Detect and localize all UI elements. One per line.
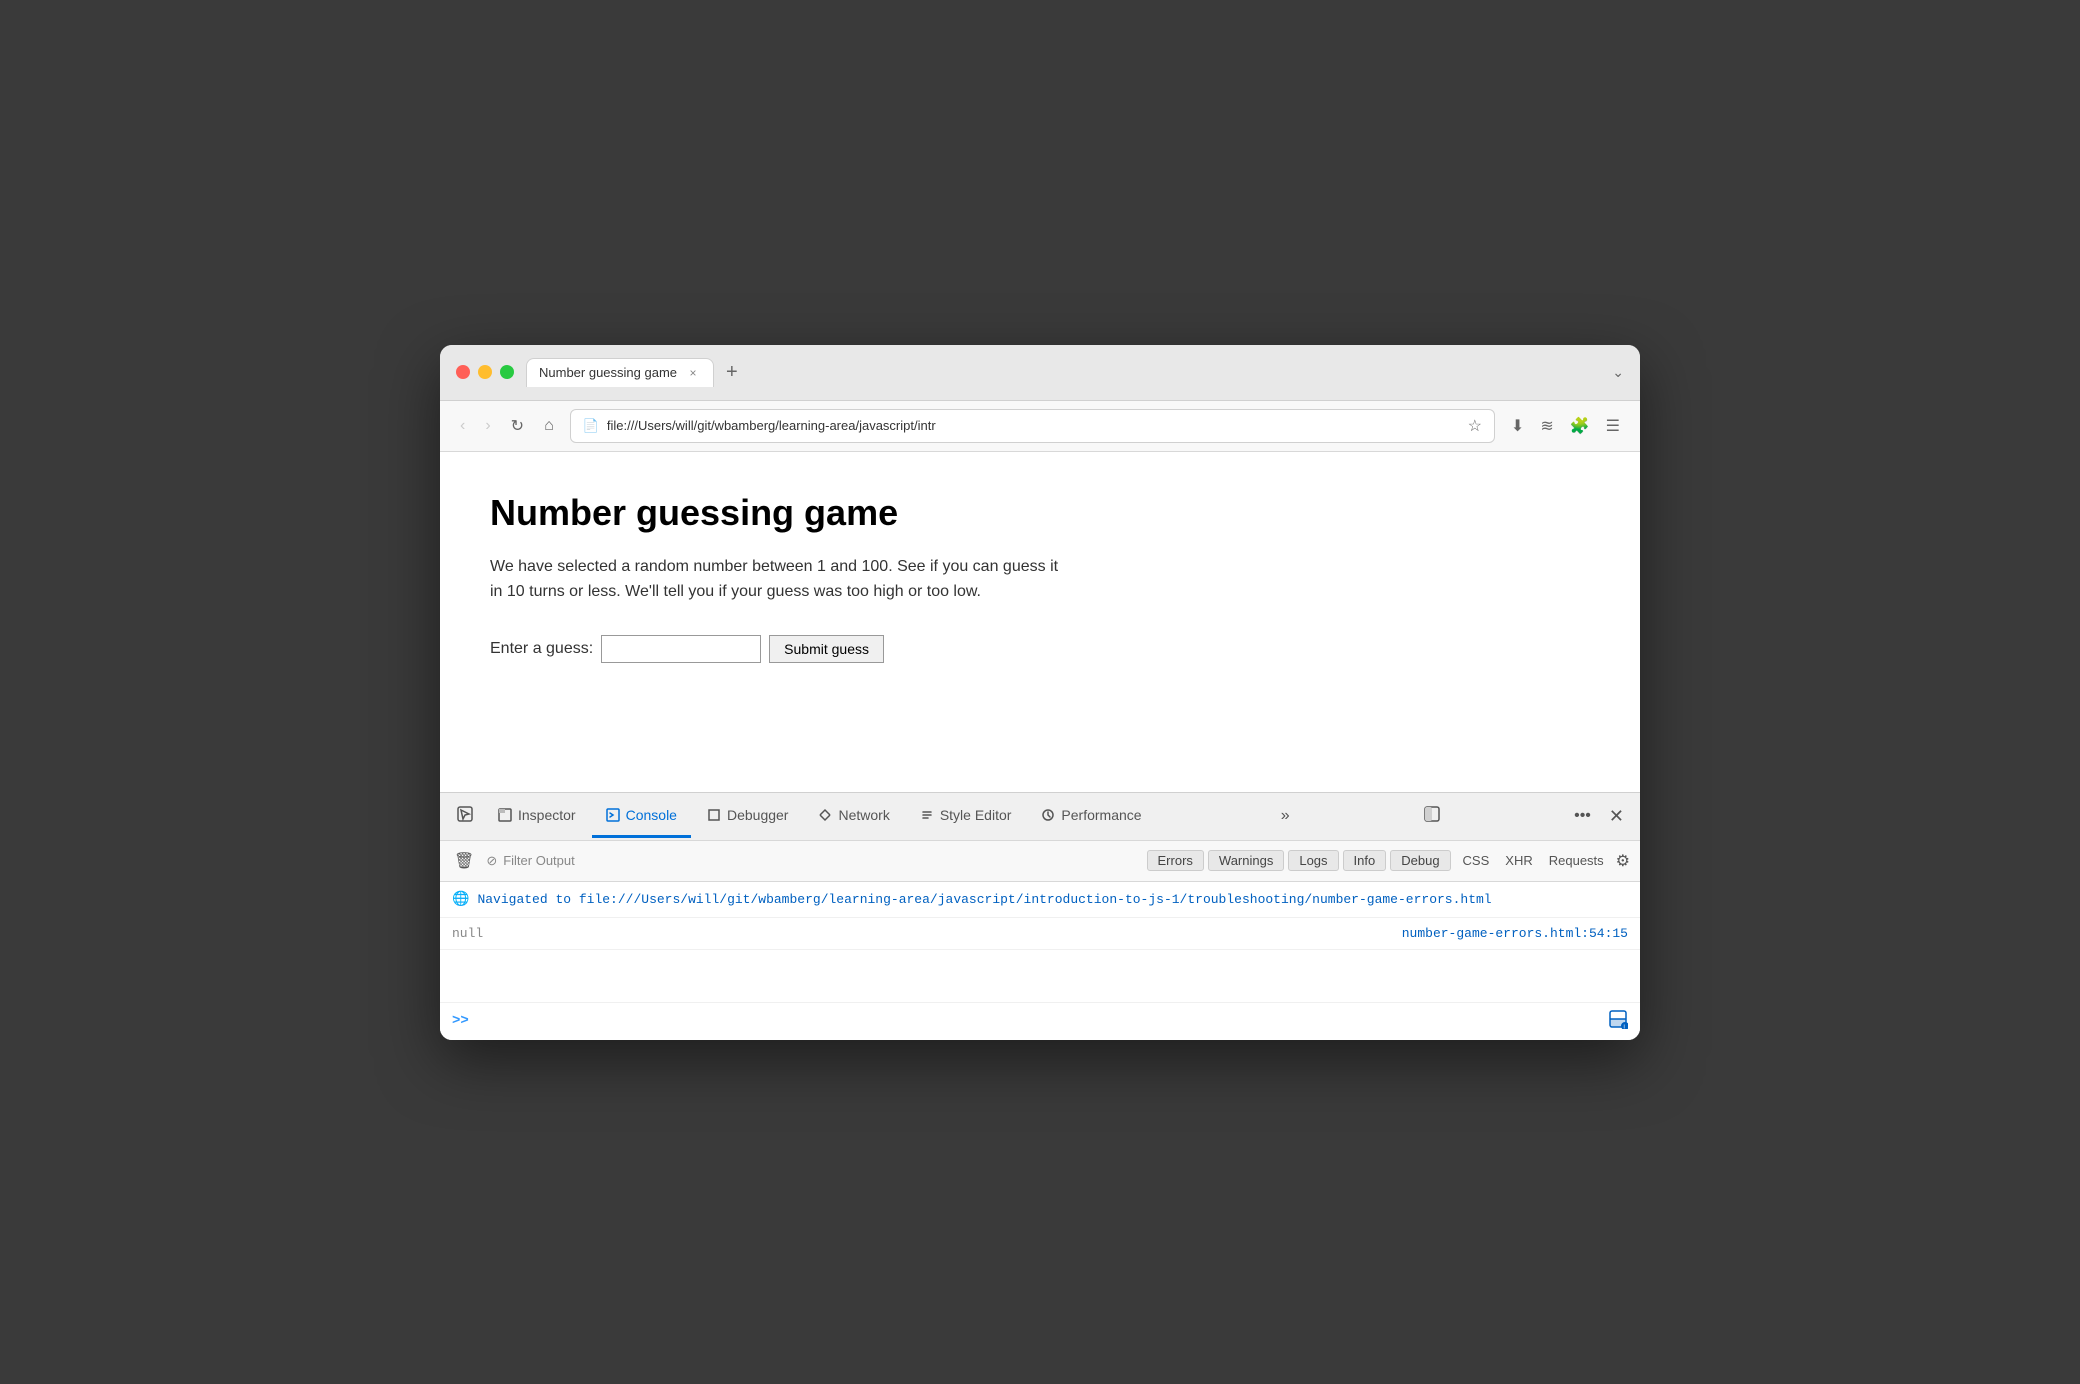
clear-console-button[interactable]: 🗑: [450, 847, 478, 875]
filter-xhr[interactable]: XHR: [1501, 851, 1536, 870]
tab-bar: Number guessing game × + ⌄: [526, 357, 1624, 388]
home-icon: ⌂: [544, 417, 554, 435]
tab-title: Number guessing game: [539, 365, 677, 380]
guess-label: Enter a guess:: [490, 640, 593, 658]
browser-tab[interactable]: Number guessing game ×: [526, 358, 714, 387]
svg-text:i: i: [1624, 1024, 1625, 1029]
filter-output-area[interactable]: ⊘ Filter Output: [486, 853, 1138, 869]
back-icon: ‹: [460, 417, 465, 435]
dock-button[interactable]: [1415, 797, 1449, 836]
filter-css[interactable]: CSS: [1459, 851, 1494, 870]
traffic-lights: [456, 365, 514, 379]
tab-inspector[interactable]: Inspector: [484, 795, 590, 838]
devtools-overflow-button[interactable]: »: [1273, 799, 1298, 833]
page-title: Number guessing game: [490, 492, 1590, 534]
console-input-bar: >> i: [440, 1002, 1640, 1040]
close-button[interactable]: [456, 365, 470, 379]
tab-console[interactable]: Console: [592, 795, 691, 838]
console-source-link[interactable]: number-game-errors.html:54:15: [1402, 926, 1628, 941]
address-bar[interactable]: 📄 file:///Users/will/git/wbamberg/learni…: [570, 409, 1495, 443]
page-content: Number guessing game We have selected a …: [440, 452, 1640, 792]
guess-form: Enter a guess: Submit guess: [490, 635, 1590, 663]
home-button[interactable]: ⌂: [540, 413, 558, 439]
right-filters: CSS XHR Requests: [1459, 851, 1608, 870]
nav-right-buttons: ⬇ ≋ 🧩 ☰: [1507, 412, 1624, 440]
filter-errors[interactable]: Errors: [1147, 850, 1204, 871]
page-icon: 📄: [583, 418, 599, 434]
console-null-message: null number-game-errors.html:54:15: [440, 918, 1640, 950]
devtools-cursor-tool[interactable]: [448, 793, 482, 840]
devtools-close-button[interactable]: ✕: [1601, 798, 1632, 835]
filter-logs[interactable]: Logs: [1288, 850, 1338, 871]
back-button[interactable]: ‹: [456, 413, 469, 439]
filter-badges: Errors Warnings Logs Info Debug: [1147, 850, 1451, 871]
reload-icon: ↻: [511, 416, 524, 436]
forward-button[interactable]: ›: [481, 413, 494, 439]
tab-debugger[interactable]: Debugger: [693, 795, 803, 838]
console-chevron: >>: [452, 1013, 469, 1029]
console-nav-text: Navigated to file:///Users/will/git/wbam…: [477, 890, 1628, 910]
filter-info[interactable]: Info: [1343, 850, 1387, 871]
console-nav-message: 🌐 Navigated to file:///Users/will/git/wb…: [440, 882, 1640, 919]
console-toolbar: 🗑 ⊘ Filter Output Errors Warnings Logs I…: [440, 841, 1640, 882]
tab-style-editor-label: Style Editor: [940, 807, 1012, 823]
browser-window: Number guessing game × + ⌄ ‹ › ↻ ⌂ 📄 fil…: [440, 345, 1640, 1040]
filter-placeholder: Filter Output: [503, 853, 575, 868]
devtools-panel: Inspector Console Debugger: [440, 792, 1640, 1040]
filter-icon: ⊘: [486, 853, 497, 869]
nav-bar: ‹ › ↻ ⌂ 📄 file:///Users/will/git/wbamber…: [440, 401, 1640, 452]
console-null-text: null: [452, 926, 483, 941]
filter-debug[interactable]: Debug: [1390, 850, 1450, 871]
tab-inspector-label: Inspector: [518, 807, 576, 823]
reload-button[interactable]: ↻: [507, 412, 528, 440]
tab-overflow-button[interactable]: ⌄: [1612, 364, 1624, 381]
more-button[interactable]: •••: [1566, 799, 1599, 833]
tab-performance-label: Performance: [1061, 807, 1141, 823]
globe-icon: 🌐: [452, 891, 469, 908]
console-output: 🌐 Navigated to file:///Users/will/git/wb…: [440, 882, 1640, 1002]
tab-network-label: Network: [838, 807, 889, 823]
filter-warnings[interactable]: Warnings: [1208, 850, 1284, 871]
menu-button[interactable]: ☰: [1602, 412, 1624, 440]
tab-style-editor[interactable]: Style Editor: [906, 795, 1026, 838]
split-console-icon[interactable]: i: [1608, 1009, 1628, 1034]
new-tab-button[interactable]: +: [718, 357, 746, 388]
guess-input[interactable]: [601, 635, 761, 663]
devtools-tab-bar: Inspector Console Debugger: [440, 793, 1640, 841]
bookmark-icon[interactable]: ☆: [1468, 416, 1482, 436]
address-text: file:///Users/will/git/wbamberg/learning…: [607, 418, 936, 433]
title-bar: Number guessing game × + ⌄: [440, 345, 1640, 401]
tab-debugger-label: Debugger: [727, 807, 789, 823]
page-description: We have selected a random number between…: [490, 554, 1070, 605]
tab-performance[interactable]: Performance: [1027, 795, 1155, 838]
maximize-button[interactable]: [500, 365, 514, 379]
extensions-button[interactable]: 🧩: [1566, 412, 1594, 440]
minimize-button[interactable]: [478, 365, 492, 379]
submit-guess-button[interactable]: Submit guess: [769, 635, 884, 663]
tab-close-button[interactable]: ×: [685, 365, 701, 381]
filter-requests[interactable]: Requests: [1545, 851, 1608, 870]
console-settings-button[interactable]: ⚙: [1616, 851, 1630, 871]
tab-network[interactable]: Network: [804, 795, 903, 838]
download-button[interactable]: ⬇: [1507, 412, 1528, 440]
feed-button[interactable]: ≋: [1536, 412, 1557, 440]
forward-icon: ›: [485, 417, 490, 435]
tab-console-label: Console: [626, 807, 677, 823]
